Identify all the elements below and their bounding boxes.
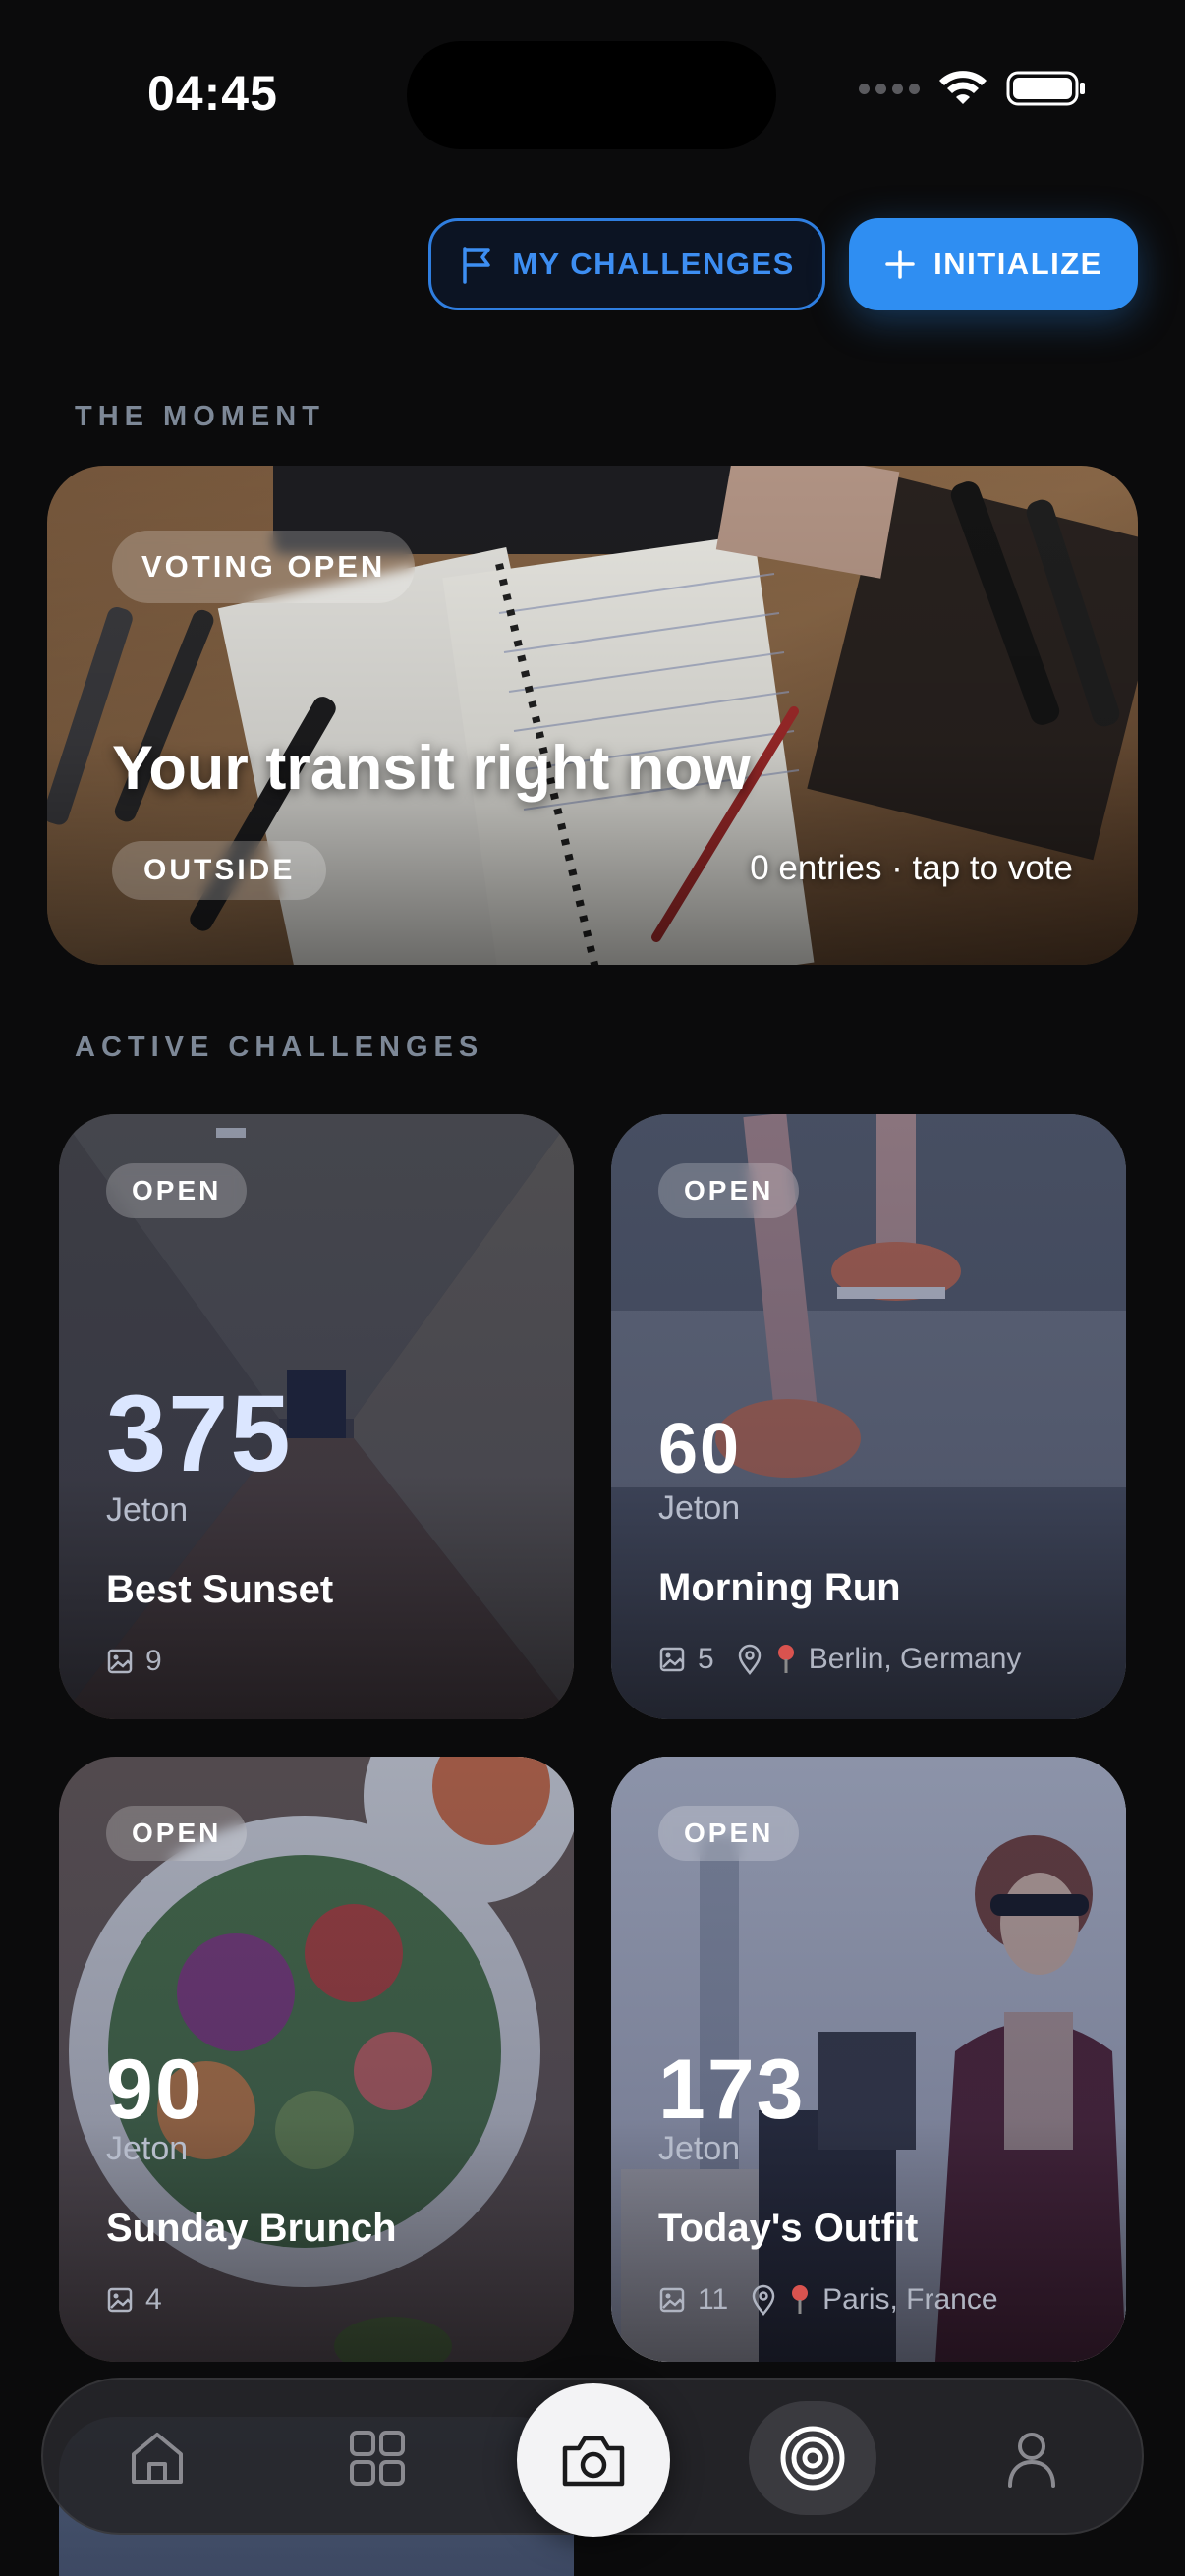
outside-tag: OUTSIDE	[112, 841, 327, 900]
nav-profile[interactable]	[992, 2419, 1071, 2497]
image-icon	[107, 2287, 133, 2313]
challenge-title: Morning Run	[658, 1566, 901, 1609]
pin-icon	[792, 2285, 809, 2314]
image-icon	[659, 1647, 685, 1672]
challenge-meta: 11 Paris, France	[658, 2283, 998, 2317]
moment-card[interactable]: VOTING OPEN Your transit right now OUTSI…	[47, 466, 1138, 965]
dynamic-island	[407, 41, 776, 149]
plus-icon	[885, 250, 915, 279]
nav-challenges[interactable]	[749, 2401, 876, 2515]
moment-meta: 0 entries · tap to vote	[750, 849, 1073, 887]
pin-icon	[777, 1645, 794, 1673]
status-badge: OPEN	[658, 1806, 800, 1861]
challenge-location: Paris, France	[822, 2283, 998, 2316]
flag-icon	[463, 247, 490, 284]
nav-camera[interactable]	[517, 2383, 670, 2537]
initialize-button[interactable]: INITIALIZE	[849, 218, 1138, 310]
battery-icon	[1006, 71, 1085, 106]
wifi-icon	[939, 71, 987, 104]
challenge-meta: 4	[106, 2283, 162, 2317]
status-badge: OPEN	[106, 1163, 248, 1218]
challenge-card[interactable]: OPEN 375 Jeton Best Sunset 9	[59, 1114, 574, 1719]
my-challenges-button[interactable]: MY CHALLENGES	[428, 218, 825, 310]
challenge-points: 375	[106, 1373, 293, 1494]
challenge-title: Best Sunset	[106, 1568, 334, 1611]
challenge-meta: 9	[106, 1645, 162, 1678]
home-icon	[132, 2433, 183, 2484]
photo-count: 11	[698, 2283, 729, 2316]
nav-grid[interactable]	[338, 2419, 417, 2497]
bottom-nav	[41, 2378, 1144, 2537]
status-badge: OPEN	[106, 1806, 248, 1861]
challenge-card[interactable]: OPEN 173 Jeton Today's Outfit 11 Paris, …	[611, 1757, 1126, 2362]
grid-icon	[350, 2431, 405, 2486]
target-icon	[780, 2426, 845, 2491]
image-icon	[659, 2287, 685, 2313]
location-outline-icon	[752, 2284, 775, 2316]
challenge-card[interactable]: OPEN 90 Jeton Sunday Brunch 4	[59, 1757, 574, 2362]
initialize-label: INITIALIZE	[933, 247, 1102, 281]
photo-count: 9	[145, 1645, 162, 1677]
signal-icon	[859, 83, 920, 94]
camera-icon	[562, 2436, 625, 2487]
challenge-card[interactable]: OPEN 60 Jeton Morning Run 5 Berlin, Germ…	[611, 1114, 1126, 1719]
points-unit: Jeton	[106, 2130, 189, 2167]
section-label-moment: THE MOMENT	[75, 401, 325, 432]
status-time: 04:45	[147, 66, 278, 121]
section-label-active: ACTIVE CHALLENGES	[75, 1032, 484, 1063]
challenge-points: 173	[658, 2043, 806, 2137]
status-badge: OPEN	[658, 1163, 800, 1218]
challenge-location: Berlin, Germany	[808, 1643, 1022, 1675]
challenge-meta: 5 Berlin, Germany	[658, 1643, 1021, 1676]
profile-icon	[1008, 2433, 1055, 2488]
image-icon	[107, 1649, 133, 1674]
my-challenges-label: MY CHALLENGES	[512, 247, 795, 281]
challenge-points: 90	[106, 2043, 204, 2137]
points-unit: Jeton	[658, 2130, 741, 2167]
photo-count: 5	[698, 1643, 714, 1675]
moment-title: Your transit right now	[112, 734, 751, 803]
location-outline-icon	[738, 1644, 761, 1675]
status-icons	[859, 69, 1087, 108]
points-unit: Jeton	[106, 1491, 189, 1529]
voting-open-badge: VOTING OPEN	[112, 531, 416, 603]
challenge-title: Sunday Brunch	[106, 2207, 397, 2250]
points-unit: Jeton	[658, 1489, 741, 1527]
nav-home[interactable]	[118, 2419, 197, 2497]
challenge-title: Today's Outfit	[658, 2207, 919, 2250]
challenge-points: 60	[658, 1410, 742, 1488]
photo-count: 4	[145, 2283, 162, 2316]
